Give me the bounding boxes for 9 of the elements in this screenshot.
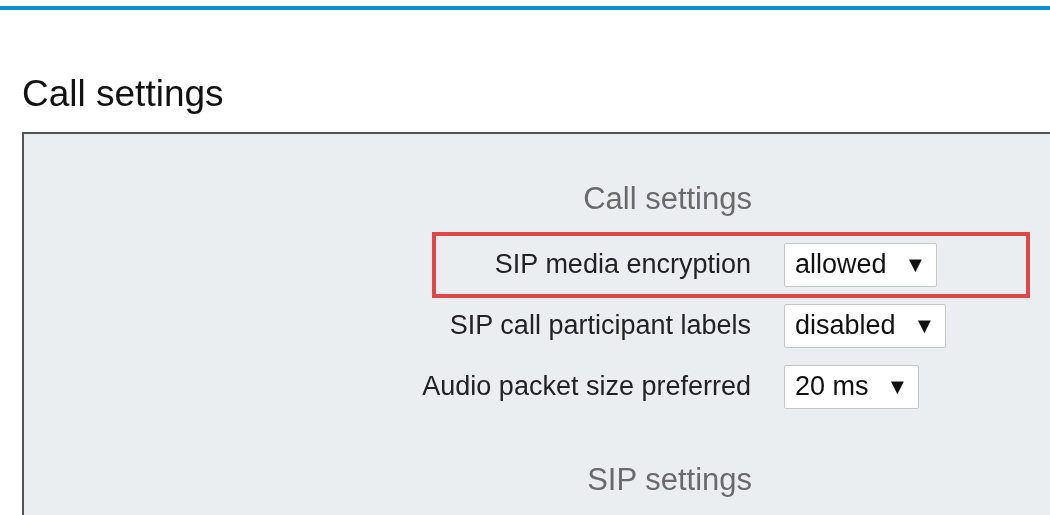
setting-label: SIP media encryption <box>493 249 751 280</box>
page-title: Call settings <box>22 74 225 114</box>
setting-label: SIP call participant labels <box>448 310 751 341</box>
section-heading: Call settings <box>583 182 752 216</box>
setting-label: Audio packet size preferred <box>421 371 751 402</box>
section-heading: SIP settings <box>587 463 752 497</box>
dropdown[interactable]: disabled ▼ <box>784 303 947 348</box>
dropdown[interactable]: 20 ms ▼ <box>784 364 920 409</box>
dropdown[interactable]: allowed ▼ <box>784 242 938 287</box>
